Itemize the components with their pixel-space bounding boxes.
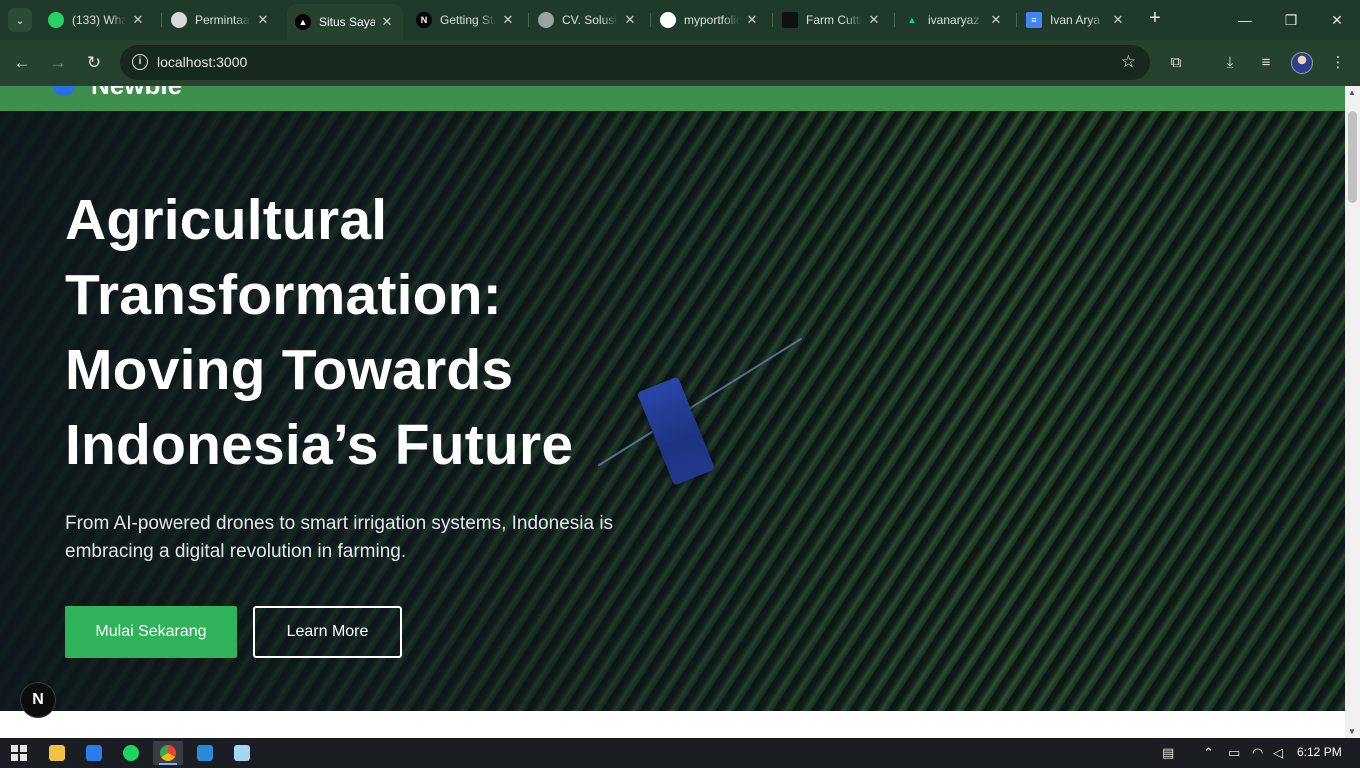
close-window-button[interactable]: ✕ — [1322, 6, 1352, 34]
hero-section: Agricultural Transformation: Moving Towa… — [0, 111, 1345, 711]
tab-title: Permintaan — [195, 13, 251, 27]
close-icon[interactable]: ✕ — [622, 12, 638, 28]
docs-icon: ≡ — [1026, 12, 1042, 28]
tab-search-icon[interactable]: ⌄ — [8, 8, 32, 32]
chrome-icon[interactable] — [153, 741, 183, 765]
spotify-icon[interactable] — [116, 741, 146, 765]
tab-title: Situs Saya — [319, 15, 375, 29]
site-logo-text[interactable]: Newbie — [91, 86, 182, 101]
reload-button[interactable]: ↻ — [81, 50, 107, 76]
farm-icon — [782, 12, 798, 28]
nextjs-icon: N — [416, 12, 432, 28]
get-started-button[interactable]: Mulai Sekarang — [65, 606, 237, 658]
close-icon[interactable]: ✕ — [744, 12, 760, 28]
browser-toolbar: ← → ↻ i localhost:3000 ☆ ⧉ ⤓ ≡ ⋮ — [0, 40, 1360, 86]
tab-permintaan[interactable]: Permintaan ✕ — [163, 6, 279, 34]
taskbar-clock[interactable]: 6:12 PM — [1297, 745, 1342, 759]
new-tab-button[interactable]: + — [1144, 8, 1166, 30]
bookmark-star-icon[interactable]: ☆ — [1121, 52, 1136, 72]
tray-chevron-icon[interactable]: ⌃ — [1203, 745, 1214, 761]
tab-title: ivanaryaz — [928, 13, 980, 27]
whatsapp-icon — [48, 12, 64, 28]
tab-ivanaryaz[interactable]: ▲ ivanaryaz ✕ — [896, 6, 1012, 34]
tab-getting-started[interactable]: N Getting Started ✕ — [408, 6, 524, 34]
wifi-icon[interactable]: ◠ — [1252, 745, 1263, 761]
battery-icon[interactable]: ▭ — [1228, 745, 1240, 761]
close-icon[interactable]: ✕ — [255, 12, 271, 28]
tab-whatsapp[interactable]: (133) WhatsApp ✕ — [40, 6, 154, 34]
page-viewport: Newbie Agricultural Transformation: Movi… — [0, 86, 1360, 738]
tab-situs-saya[interactable]: ▲ Situs Saya ✕ — [287, 4, 403, 40]
tab-title: Getting Started — [440, 13, 496, 27]
tab-cv-solusi[interactable]: CV. Solusi ✕ — [530, 6, 646, 34]
extensions-icon[interactable]: ⧉ — [1165, 52, 1187, 74]
learn-more-button[interactable]: Learn More — [253, 606, 402, 658]
media-control-icon[interactable]: ≡ — [1255, 52, 1277, 74]
scroll-down-icon[interactable]: ▼ — [1348, 727, 1356, 736]
tab-ivan-arya[interactable]: ≡ Ivan Arya ✕ — [1018, 6, 1134, 34]
forward-button[interactable]: → — [45, 50, 71, 76]
tab-farm-cutting[interactable]: Farm Cutting ✕ — [774, 6, 890, 34]
close-icon[interactable]: ✕ — [988, 12, 1004, 28]
hero-title: Agricultural Transformation: Moving Towa… — [65, 188, 574, 477]
hero-content: Agricultural Transformation: Moving Towa… — [65, 183, 705, 658]
close-icon[interactable]: ✕ — [500, 12, 516, 28]
close-icon[interactable]: ✕ — [130, 12, 146, 28]
store-icon[interactable] — [79, 741, 109, 765]
openai-icon — [171, 12, 187, 28]
close-icon[interactable]: ✕ — [866, 12, 882, 28]
windows-taskbar: ▤ ⌃ ▭ ◠ ◁ 6:12 PM — [0, 738, 1360, 768]
tab-strip: ⌄ (133) WhatsApp ✕ Permintaan ✕ ▲ Situs … — [0, 0, 1360, 40]
volume-icon[interactable]: ◁ — [1273, 745, 1283, 761]
nextjs-dev-badge[interactable]: N — [20, 682, 56, 718]
tab-title: CV. Solusi — [562, 13, 617, 27]
vercel-icon: ▲ — [295, 14, 311, 30]
site-navbar: Newbie — [0, 86, 1345, 111]
close-icon[interactable]: ✕ — [379, 14, 395, 30]
tab-title: (133) WhatsApp — [72, 13, 126, 27]
close-icon[interactable]: ✕ — [1110, 12, 1126, 28]
site-info-icon[interactable]: i — [132, 54, 148, 70]
download-icon[interactable]: ⤓ — [1219, 52, 1241, 74]
minimize-button[interactable]: — — [1230, 6, 1260, 34]
start-icon[interactable] — [4, 741, 34, 765]
restore-button[interactable]: ❐ — [1276, 6, 1306, 34]
hero-actions: Mulai Sekarang Learn More — [65, 606, 705, 658]
scrollbar-thumb[interactable] — [1348, 111, 1357, 203]
file-explorer-icon[interactable] — [42, 741, 72, 765]
vscode-icon[interactable] — [190, 741, 220, 765]
profile-avatar[interactable] — [1291, 52, 1313, 74]
back-button[interactable]: ← — [9, 50, 35, 76]
tab-myportfolio[interactable]: myportfolio ✕ — [652, 6, 768, 34]
menu-icon[interactable]: ⋮ — [1327, 52, 1349, 74]
news-widget-icon[interactable]: ▤ — [1162, 745, 1174, 761]
url-text[interactable]: localhost:3000 — [157, 54, 247, 70]
nuxt-icon: ▲ — [907, 15, 917, 25]
scroll-up-icon[interactable]: ▲ — [1348, 88, 1356, 97]
address-bar[interactable]: i localhost:3000 ☆ — [120, 45, 1150, 80]
tab-title: Farm Cutting — [806, 13, 862, 27]
globe-icon — [538, 12, 554, 28]
tab-title: myportfolio — [684, 13, 740, 27]
tab-title: Ivan Arya — [1050, 13, 1101, 27]
notepad-icon[interactable] — [227, 741, 257, 765]
logo-icon[interactable] — [52, 86, 76, 96]
hero-subtitle: From AI-powered drones to smart irrigati… — [65, 513, 614, 562]
page-scrollbar[interactable]: ▲ ▼ — [1345, 86, 1360, 738]
github-icon — [660, 12, 676, 28]
